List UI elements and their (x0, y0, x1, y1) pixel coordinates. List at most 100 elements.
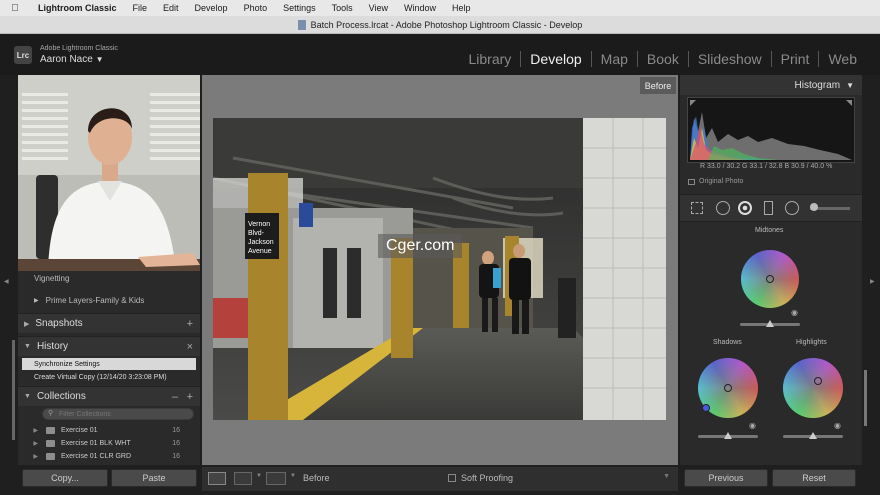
before-after-icon[interactable] (234, 472, 252, 485)
module-library[interactable]: Library (460, 51, 521, 67)
subway-sign-line: Jackson (248, 239, 274, 246)
histogram[interactable] (687, 97, 855, 163)
loupe-view-icon[interactable] (208, 472, 226, 485)
minus-icon[interactable]: – (172, 391, 178, 403)
apple-icon[interactable]:  (0, 3, 30, 14)
chevron-right-icon: ▶ (34, 297, 39, 304)
module-develop[interactable]: Develop (520, 51, 590, 67)
collapse-right-panel-icon[interactable]: ▶ (870, 278, 875, 285)
right-panel-scrollbar[interactable] (864, 370, 867, 426)
graduated-filter-icon[interactable] (764, 201, 773, 215)
preset-label: Prime Layers-Family & Kids (45, 295, 145, 305)
left-panel: Vignetting ▶ Prime Layers-Family & Kids … (18, 75, 200, 465)
adjustment-brush-icon[interactable] (810, 203, 818, 211)
soft-proofing-checkbox[interactable] (448, 474, 456, 482)
highlights-wheel-handle[interactable] (813, 376, 822, 385)
shadows-color-wheel[interactable] (698, 358, 758, 418)
folder-icon (46, 427, 55, 434)
module-web[interactable]: Web (818, 51, 866, 67)
menu-photo[interactable]: Photo (236, 3, 276, 13)
menu-develop[interactable]: Develop (187, 3, 236, 13)
original-photo-label: Original Photo (699, 178, 744, 185)
collections-filter-input[interactable] (42, 408, 194, 420)
crop-tool-icon[interactable] (691, 202, 703, 214)
clear-history-icon[interactable]: × (187, 341, 193, 353)
preset-item[interactable]: ▶ Prime Layers-Family & Kids (18, 293, 200, 307)
visibility-eye-icon[interactable]: ◉ (791, 308, 798, 317)
histogram-panel-header[interactable]: Histogram ▼ (680, 75, 862, 95)
visibility-eye-icon[interactable]: ◉ (749, 421, 756, 430)
midtones-luminance-slider[interactable] (740, 320, 800, 327)
module-book[interactable]: Book (636, 51, 688, 67)
subway-photo[interactable]: Vernon Blvd- Jackson Avenue (213, 118, 666, 420)
chevron-down-icon[interactable]: ▼ (290, 473, 296, 479)
menu-file[interactable]: File (125, 3, 156, 13)
menu-app[interactable]: Lightroom Classic (30, 3, 125, 13)
image-view: Before Vernon Blvd- Jackson Avenue (202, 75, 678, 465)
visibility-eye-icon[interactable]: ◉ (834, 421, 841, 430)
collection-item[interactable]: ▶ Exercise 01 BLK WHT 16 (18, 437, 200, 450)
soft-proofing-label: Soft Proofing (461, 473, 514, 483)
menu-edit[interactable]: Edit (155, 3, 187, 13)
panel-item-vignetting[interactable]: Vignetting (18, 272, 200, 284)
reset-button[interactable]: Reset (772, 469, 856, 487)
chevron-down-icon: ▼ (95, 55, 104, 64)
window-title: Batch Process.lrcat - Adobe Photoshop Li… (310, 19, 583, 30)
chevron-down-icon[interactable]: ▼ (256, 473, 262, 479)
chevron-right-icon: ▶ (33, 441, 38, 447)
add-snapshot-icon[interactable]: + (187, 318, 193, 330)
midtones-label: Midtones (755, 227, 784, 234)
shadows-hue-marker[interactable] (702, 404, 711, 413)
shadows-luminance-slider[interactable] (698, 432, 758, 439)
chevron-down-icon: ▼ (846, 80, 854, 90)
paste-button[interactable]: Paste (111, 469, 197, 487)
collection-item[interactable]: ▶ Exercise 01 CLR GRD 16 (18, 450, 200, 463)
module-slideshow[interactable]: Slideshow (687, 51, 771, 67)
brand-label: Adobe Lightroom Classic (40, 45, 118, 52)
menu-help[interactable]: Help (444, 3, 479, 13)
collections-panel-header[interactable]: ▼ Collections – + (18, 386, 200, 406)
swap-settings-icon[interactable] (266, 472, 286, 485)
menu-window[interactable]: Window (396, 3, 444, 13)
history-item-selected[interactable]: Synchronize Settings (22, 358, 196, 370)
collection-count: 16 (172, 427, 180, 434)
shadows-label: Shadows (713, 339, 742, 346)
slider-thumb[interactable] (809, 432, 817, 439)
red-eye-icon[interactable] (738, 201, 752, 215)
collection-count: 16 (172, 440, 180, 447)
chevron-down-icon: ▼ (24, 393, 31, 400)
original-photo-toggle[interactable]: Original Photo (688, 178, 743, 185)
collection-count: 16 (172, 453, 180, 460)
collection-item[interactable]: ▶ Exercise 01 16 (18, 424, 200, 437)
midtones-color-wheel[interactable] (741, 250, 799, 308)
menu-tools[interactable]: Tools (324, 3, 361, 13)
add-collection-icon[interactable]: + (187, 391, 193, 403)
collections-title: Collections (36, 391, 86, 402)
original-photo-checkbox[interactable] (688, 178, 695, 185)
window-titlebar: Batch Process.lrcat - Adobe Photoshop Li… (0, 16, 880, 34)
shadows-wheel-handle[interactable] (724, 384, 732, 392)
menu-settings[interactable]: Settings (275, 3, 324, 13)
slider-thumb[interactable] (724, 432, 732, 439)
module-print[interactable]: Print (770, 51, 819, 67)
snapshots-panel-header[interactable]: ▶ Snapshots + (18, 313, 200, 333)
collapse-left-panel-icon[interactable]: ◀ (4, 278, 9, 285)
highlights-luminance-slider[interactable] (783, 432, 843, 439)
midtones-wheel-handle[interactable] (766, 275, 774, 283)
highlights-color-wheel[interactable] (783, 358, 843, 418)
previous-button[interactable]: Previous (684, 469, 768, 487)
presenter-image (18, 75, 200, 271)
left-panel-scrollbar[interactable] (12, 340, 15, 440)
spot-removal-icon[interactable] (716, 201, 730, 215)
history-item[interactable]: Create Virtual Copy (12/14/20 3:23:08 PM… (22, 371, 196, 383)
slider-thumb[interactable] (766, 320, 774, 327)
history-panel-header[interactable]: ▼ History × (18, 336, 200, 356)
lrc-logo-icon: Lrc (14, 46, 32, 64)
radial-filter-icon[interactable] (785, 201, 799, 215)
identity-plate[interactable]: Aaron Nace ▼ (40, 54, 104, 65)
toolbar-menu-icon[interactable]: ▼ (663, 473, 670, 480)
histogram-title: Histogram (794, 79, 841, 91)
module-map[interactable]: Map (590, 51, 637, 67)
menu-view[interactable]: View (361, 3, 396, 13)
copy-button[interactable]: Copy... (22, 469, 108, 487)
